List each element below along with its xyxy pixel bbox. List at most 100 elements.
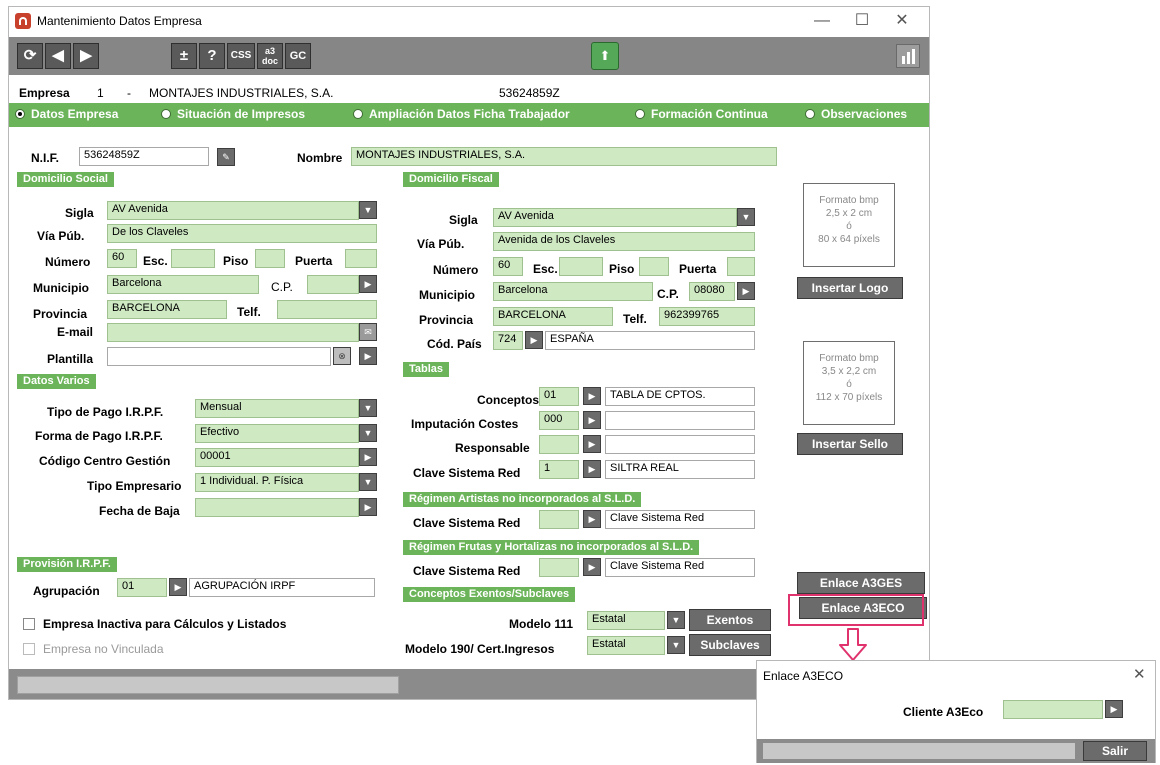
cliente-lookup-icon[interactable]: ▶: [1105, 700, 1123, 718]
agrupacion-lookup-icon[interactable]: ▶: [169, 578, 187, 596]
minimize-button[interactable]: —: [807, 10, 837, 32]
chevron-down-icon[interactable]: ▼: [667, 611, 685, 629]
df-numero-field[interactable]: 60: [493, 257, 523, 276]
tab-formacion-continua[interactable]: Formación Continua: [635, 107, 768, 121]
df-sigla-label: Sigla: [449, 213, 478, 227]
clave-lookup-icon[interactable]: ▶: [583, 460, 601, 478]
clave-code-field[interactable]: 1: [539, 460, 579, 479]
df-puerta-field[interactable]: [727, 257, 755, 276]
cloud-upload-icon[interactable]: ⬆: [591, 42, 619, 70]
clear-icon[interactable]: ⊗: [333, 347, 351, 365]
m111-select[interactable]: Estatal: [587, 611, 665, 630]
tab-observaciones[interactable]: Observaciones: [805, 107, 907, 121]
fecha-baja-field[interactable]: [195, 498, 359, 517]
centro-lookup-icon[interactable]: ▶: [359, 448, 377, 466]
df-piso-field[interactable]: [639, 257, 669, 276]
imputacion-lookup-icon[interactable]: ▶: [583, 411, 601, 429]
responsable-lookup-icon[interactable]: ▶: [583, 435, 601, 453]
inactiva-checkbox[interactable]: Empresa Inactiva para Cálculos y Listado…: [23, 617, 286, 631]
ds-telf-field[interactable]: [277, 300, 377, 319]
m190-select[interactable]: Estatal: [587, 636, 665, 655]
empresa-bar: Empresa 1 - MONTAJES INDUSTRIALES, S.A. …: [9, 81, 929, 103]
ds-plantilla-field[interactable]: [107, 347, 331, 366]
conceptos-lookup-icon[interactable]: ▶: [583, 387, 601, 405]
cp-lookup-icon[interactable]: ▶: [737, 282, 755, 300]
chevron-down-icon[interactable]: ▼: [737, 208, 755, 226]
maximize-button[interactable]: ☐: [847, 10, 877, 32]
artistas-lookup-icon[interactable]: ▶: [583, 510, 601, 528]
next-record-icon[interactable]: ▶: [73, 43, 99, 69]
chevron-down-icon[interactable]: ▼: [667, 636, 685, 654]
conceptos-code-field[interactable]: 01: [539, 387, 579, 406]
bar-chart-svg: [902, 49, 915, 64]
ds-esc-field[interactable]: [171, 249, 215, 268]
tipo-empresario-label: Tipo Empresario: [87, 479, 182, 493]
refresh-icon[interactable]: ⟳: [17, 43, 43, 69]
close-button[interactable]: ✕: [887, 10, 917, 32]
tab-datos-empresa[interactable]: Datos Empresa: [15, 107, 118, 121]
ds-numero-field[interactable]: 60: [107, 249, 137, 268]
nif-field[interactable]: 53624859Z: [79, 147, 209, 166]
css-button[interactable]: CSS: [227, 43, 255, 69]
dialog-close-button[interactable]: ✕: [1133, 665, 1146, 683]
nombre-field[interactable]: MONTAJES INDUSTRIALES, S.A.: [351, 147, 777, 166]
df-via-field[interactable]: Avenida de los Claveles: [493, 232, 755, 251]
ds-piso-field[interactable]: [255, 249, 285, 268]
ds-email-field[interactable]: [107, 323, 359, 342]
frutas-clave-label: Clave Sistema Red: [413, 564, 521, 578]
df-sigla-select[interactable]: AV Avenida: [493, 208, 737, 227]
nif-label: N.I.F.: [31, 151, 60, 165]
tab-ampliacion-datos[interactable]: Ampliación Datos Ficha Trabajador: [353, 107, 570, 121]
bar-chart-icon[interactable]: [896, 44, 920, 68]
df-pais-code-field[interactable]: 724: [493, 331, 523, 350]
conceptos-exentos-header: Conceptos Exentos/Subclaves: [403, 587, 576, 602]
df-cp-field[interactable]: 08080: [689, 282, 735, 301]
tipo-pago-select[interactable]: Mensual: [195, 399, 359, 418]
tipo-empresario-select[interactable]: 1 Individual. P. Física: [195, 473, 359, 492]
ds-via-field[interactable]: De los Claveles: [107, 224, 377, 243]
prev-record-icon[interactable]: ◀: [45, 43, 71, 69]
ds-puerta-field[interactable]: [345, 249, 377, 268]
chevron-down-icon[interactable]: ▼: [359, 399, 377, 417]
frutas-code-field[interactable]: [539, 558, 579, 577]
salir-button[interactable]: Salir: [1083, 741, 1147, 761]
chevron-down-icon[interactable]: ▼: [359, 473, 377, 491]
edit-icon[interactable]: ✎: [217, 148, 235, 166]
no-vinculada-checkbox[interactable]: Empresa no Vinculada: [23, 642, 164, 656]
df-municipio-field[interactable]: Barcelona: [493, 282, 653, 301]
df-esc-field[interactable]: [559, 257, 603, 276]
ds-sigla-select[interactable]: AV Avenida: [107, 201, 359, 220]
calendar-lookup-icon[interactable]: ▶: [359, 498, 377, 516]
ds-cp-field[interactable]: [307, 275, 359, 294]
exentos-button[interactable]: Exentos: [689, 609, 771, 631]
tab-situacion-impresos[interactable]: Situación de Impresos: [161, 107, 305, 121]
subclaves-button[interactable]: Subclaves: [689, 634, 771, 656]
insertar-logo-button[interactable]: Insertar Logo: [797, 277, 903, 299]
artistas-code-field[interactable]: [539, 510, 579, 529]
plantilla-lookup-icon[interactable]: ▶: [359, 347, 377, 365]
imputacion-code-field[interactable]: 000: [539, 411, 579, 430]
responsable-code-field[interactable]: [539, 435, 579, 454]
ds-provincia-field[interactable]: BARCELONA: [107, 300, 227, 319]
frutas-lookup-icon[interactable]: ▶: [583, 558, 601, 576]
ds-provincia-label: Provincia: [33, 307, 88, 321]
pais-lookup-icon[interactable]: ▶: [525, 331, 543, 349]
agrupacion-code-field[interactable]: 01: [117, 578, 167, 597]
cp-lookup-icon[interactable]: ▶: [359, 275, 377, 293]
mail-icon[interactable]: ✉: [359, 323, 377, 341]
gc-button[interactable]: GC: [285, 43, 311, 69]
help-button[interactable]: ?: [199, 43, 225, 69]
ds-municipio-field[interactable]: Barcelona: [107, 275, 259, 294]
a3doc-button[interactable]: a3 doc: [257, 43, 283, 69]
centro-field[interactable]: 00001: [195, 448, 359, 467]
df-telf-field[interactable]: 962399765: [659, 307, 755, 326]
insertar-sello-button[interactable]: Insertar Sello: [797, 433, 903, 455]
cliente-a3eco-field[interactable]: [1003, 700, 1103, 719]
tab-label: Situación de Impresos: [177, 107, 306, 121]
chevron-down-icon[interactable]: ▼: [359, 424, 377, 442]
enlace-a3ges-button[interactable]: Enlace A3GES: [797, 572, 925, 594]
df-provincia-field[interactable]: BARCELONA: [493, 307, 613, 326]
plus-minus-button[interactable]: ±: [171, 43, 197, 69]
chevron-down-icon[interactable]: ▼: [359, 201, 377, 219]
forma-pago-select[interactable]: Efectivo: [195, 424, 359, 443]
